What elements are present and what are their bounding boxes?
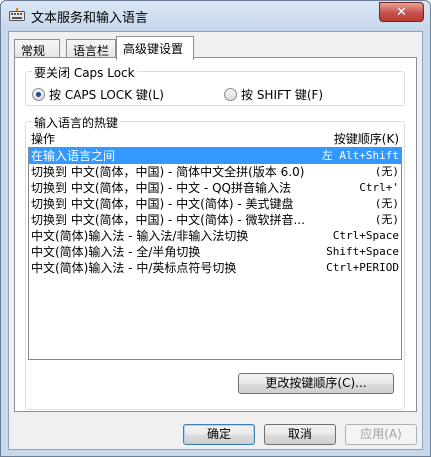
tab-advanced-key-settings[interactable]: 高级键设置 — [116, 36, 194, 60]
dialog-window: 文本服务和输入语言 ✕ 常规 语言栏 高级键设置 要关闭 Caps Lock 按… — [0, 0, 431, 457]
list-item-action: 切换到 中文(简体，中国) - 中文(简体) - 微软拼音... — [31, 213, 305, 227]
tab-language-bar-label: 语言栏 — [73, 44, 110, 58]
list-item-keys: Ctrl+Space — [332, 229, 399, 242]
list-item-action: 中文(简体)输入法 - 全/半角切换 — [31, 245, 201, 259]
dialog-body: 常规 语言栏 高级键设置 要关闭 Caps Lock 按 CAPS LOCK 键… — [8, 31, 423, 450]
hotkeys-list[interactable]: 在输入语言之间 左 Alt+Shift 切换到 中文(简体，中国) - 简体中文… — [28, 147, 402, 360]
list-item[interactable]: 在输入语言之间 左 Alt+Shift — [29, 148, 401, 164]
list-item[interactable]: 中文(简体)输入法 - 全/半角切换 Shift+Space — [29, 244, 401, 260]
radio-capslock-label: 按 CAPS LOCK 键(L) — [49, 88, 164, 102]
list-item-keys: 左 Alt+Shift — [321, 149, 399, 162]
title-bar[interactable]: 文本服务和输入语言 ✕ — [1, 1, 430, 31]
tab-advanced-key-settings-label: 高级键设置 — [123, 42, 184, 56]
tab-language-bar[interactable]: 语言栏 — [66, 39, 116, 59]
list-item-action: 切换到 中文(简体，中国) - 中文(简体) - 美式键盘 — [31, 197, 294, 211]
apply-button[interactable]: 应用(A) — [345, 424, 417, 445]
list-item-keys: (无) — [374, 213, 399, 226]
list-item[interactable]: 切换到 中文(简体，中国) - 简体中文全拼(版本 6.0) (无) — [29, 164, 401, 180]
list-item-action: 切换到 中文(简体，中国) - 简体中文全拼(版本 6.0) — [31, 165, 305, 179]
list-item-action: 切换到 中文(简体，中国) - 中文 - QQ拼音输入法 — [31, 181, 291, 195]
list-item-keys: Shift+Space — [326, 245, 399, 258]
list-item-action: 中文(简体)输入法 - 中/英标点符号切换 — [31, 261, 237, 275]
list-item-keys: (无) — [374, 165, 399, 178]
list-item-action: 在输入语言之间 — [31, 149, 116, 163]
change-key-sequence-button[interactable]: 更改按键顺序(C)... — [238, 373, 394, 394]
close-button[interactable]: ✕ — [379, 2, 424, 22]
list-item[interactable]: 中文(简体)输入法 - 输入法/非输入法切换 Ctrl+Space — [29, 228, 401, 244]
list-item[interactable]: 切换到 中文(简体，中国) - 中文(简体) - 美式键盘 (无) — [29, 196, 401, 212]
close-icon: ✕ — [396, 4, 407, 20]
list-item[interactable]: 切换到 中文(简体，中国) - 中文(简体) - 微软拼音... (无) — [29, 212, 401, 228]
column-key-sequence: 按键顺序(K) — [333, 132, 399, 146]
keyboard-icon — [9, 8, 25, 22]
list-item[interactable]: 中文(简体)输入法 - 中/英标点符号切换 Ctrl+PERIOD — [29, 260, 401, 276]
tab-panel-advanced: 要关闭 Caps Lock 按 CAPS LOCK 键(L) 按 SHIFT 键… — [14, 57, 417, 412]
radio-capslock-indicator[interactable] — [32, 88, 45, 101]
capslock-group: 要关闭 Caps Lock 按 CAPS LOCK 键(L) 按 SHIFT 键… — [25, 64, 405, 106]
list-item[interactable]: 切换到 中文(简体，中国) - 中文 - QQ拼音输入法 Ctrl+' — [29, 180, 401, 196]
list-item-keys: (无) — [374, 197, 399, 210]
hotkeys-column-header: 操作 按键顺序(K) — [25, 130, 405, 146]
cancel-button[interactable]: 取消 — [264, 424, 336, 445]
tab-general[interactable]: 常规 — [14, 39, 60, 59]
list-item-keys: Ctrl+PERIOD — [326, 261, 399, 274]
hotkeys-group-label: 输入语言的热键 — [32, 114, 121, 131]
radio-shift-label: 按 SHIFT 键(F) — [241, 88, 324, 102]
window-title: 文本服务和输入语言 — [31, 11, 149, 26]
radio-shift-indicator[interactable] — [224, 88, 237, 101]
list-item-keys: Ctrl+' — [359, 181, 399, 194]
radio-shift-key[interactable]: 按 SHIFT 键(F) — [224, 86, 323, 103]
tab-general-label: 常规 — [21, 44, 46, 58]
capslock-group-label: 要关闭 Caps Lock — [32, 64, 137, 81]
radio-capslock-key[interactable]: 按 CAPS LOCK 键(L) — [32, 86, 164, 103]
column-action: 操作 — [31, 132, 56, 146]
ok-button[interactable]: 确定 — [183, 424, 255, 445]
list-item-action: 中文(简体)输入法 - 输入法/非输入法切换 — [31, 229, 249, 243]
